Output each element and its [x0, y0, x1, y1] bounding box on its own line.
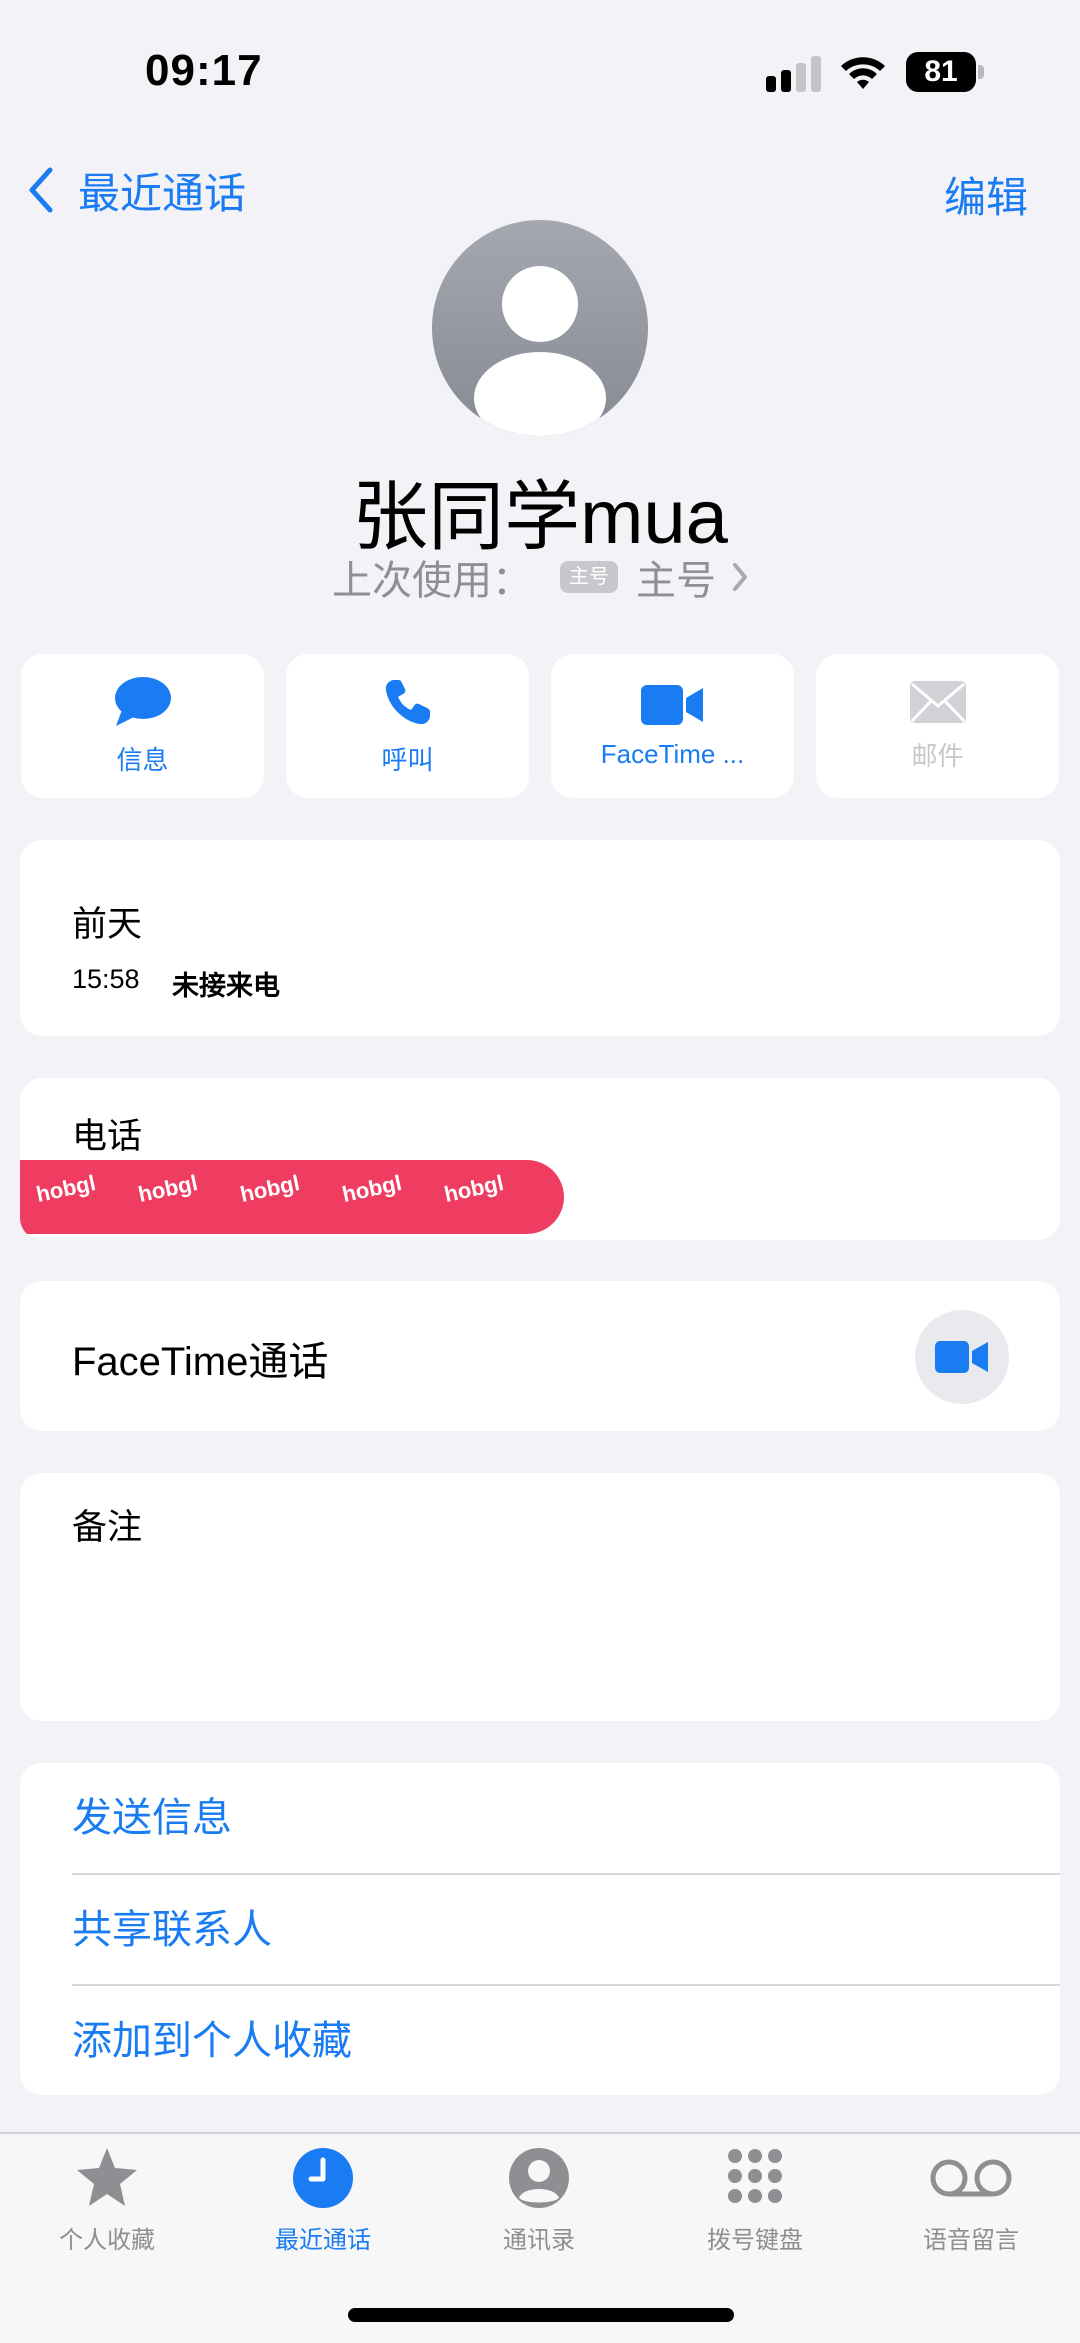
mail-action-label: 邮件: [911, 740, 964, 771]
redaction-sticker-text: hobgl: [33, 1170, 98, 1207]
facetime-action-button[interactable]: FaceTime ...: [551, 654, 794, 798]
phone-label: 电话: [72, 1117, 143, 1156]
facetime-label: FaceTime通话: [72, 1340, 329, 1384]
redaction-sticker-text: hobgl: [237, 1170, 302, 1207]
last-used-label: 上次使用：: [332, 559, 532, 603]
phone-number-redaction: hobgl hobgl hobgl hobgl hobgl: [20, 1160, 564, 1234]
tab-recents[interactable]: 最近通话: [243, 2146, 403, 2255]
chevron-left-icon: [29, 167, 53, 213]
facetime-video-button[interactable]: [915, 1310, 1009, 1404]
video-camera-icon: [640, 684, 703, 725]
edit-button[interactable]: 编辑: [944, 164, 1028, 225]
avatar: [432, 220, 648, 436]
notes-label: 备注: [72, 1508, 143, 1547]
sim-badge: 主号: [560, 561, 618, 593]
home-indicator[interactable]: [348, 2308, 734, 2322]
redaction-sticker-text: hobgl: [339, 1170, 404, 1207]
battery-level: 81: [906, 52, 976, 92]
battery-icon: 81: [906, 52, 984, 92]
tab-keypad[interactable]: 拨号键盘: [675, 2146, 835, 2255]
call-action-button[interactable]: 呼叫: [286, 654, 529, 798]
call-action-label: 呼叫: [381, 744, 434, 775]
facetime-action-label: FaceTime ...: [600, 738, 745, 769]
tab-contacts[interactable]: 通讯录: [459, 2146, 619, 2255]
contact-actions-list: 发送信息 共享联系人 添加到个人收藏: [20, 1763, 1060, 2095]
line-name: 主号: [636, 559, 716, 603]
redaction-sticker-text: hobgl: [441, 1170, 506, 1207]
recent-call-day: 前天: [72, 905, 143, 944]
redaction-sticker-text: hobgl: [135, 1170, 200, 1207]
star-icon: [77, 2148, 137, 2206]
tab-contacts-label: 通讯录: [503, 2227, 575, 2254]
tab-voicemail[interactable]: 语音留言: [891, 2146, 1051, 2255]
send-message-link[interactable]: 发送信息: [72, 1763, 1060, 1873]
back-label: 最近通话: [78, 169, 247, 217]
notes-card[interactable]: 备注: [20, 1473, 1060, 1721]
person-circle-icon: [509, 2148, 569, 2208]
add-to-favorites-link[interactable]: 添加到个人收藏: [72, 1984, 1060, 2095]
video-camera-icon: [935, 1341, 988, 1373]
tab-voicemail-label: 语音留言: [923, 2227, 1019, 2254]
share-contact-link[interactable]: 共享联系人: [72, 1873, 1060, 1985]
keypad-icon: [728, 2149, 782, 2203]
wifi-icon: [838, 52, 888, 92]
mail-action-button[interactable]: 邮件: [816, 654, 1059, 798]
recent-call-status: 未接来电: [172, 971, 280, 1001]
quick-actions: 信息 呼叫 FaceTime ... 邮件: [21, 654, 1059, 798]
cellular-signal-icon: [766, 56, 822, 92]
tab-favorites-label: 个人收藏: [59, 2227, 155, 2254]
tab-favorites[interactable]: 个人收藏: [27, 2146, 187, 2255]
voicemail-icon: [930, 2159, 1012, 2197]
recent-call-time: 15:58: [72, 964, 140, 994]
back-button[interactable]: 最近通话: [28, 160, 246, 220]
facetime-card[interactable]: FaceTime通话: [20, 1281, 1060, 1431]
tab-keypad-label: 拨号键盘: [707, 2227, 803, 2254]
tab-recents-label: 最近通话: [275, 2227, 371, 2254]
chevron-right-icon: [733, 563, 747, 591]
status-time: 09:17: [145, 46, 263, 95]
message-action-label: 信息: [116, 744, 169, 775]
envelope-icon: [909, 680, 966, 723]
recent-call-card: 前天 15:58 未接来电: [20, 840, 1060, 1036]
person-silhouette-icon: [474, 266, 606, 436]
last-used-line[interactable]: 上次使用： 主号 主号: [0, 548, 1080, 606]
phone-icon: [385, 679, 430, 724]
message-action-button[interactable]: 信息: [21, 654, 264, 798]
message-bubble-icon: [114, 676, 171, 726]
clock-icon: [293, 2148, 353, 2208]
phone-number-card[interactable]: 电话 hobgl hobgl hobgl hobgl hobgl: [20, 1078, 1060, 1240]
